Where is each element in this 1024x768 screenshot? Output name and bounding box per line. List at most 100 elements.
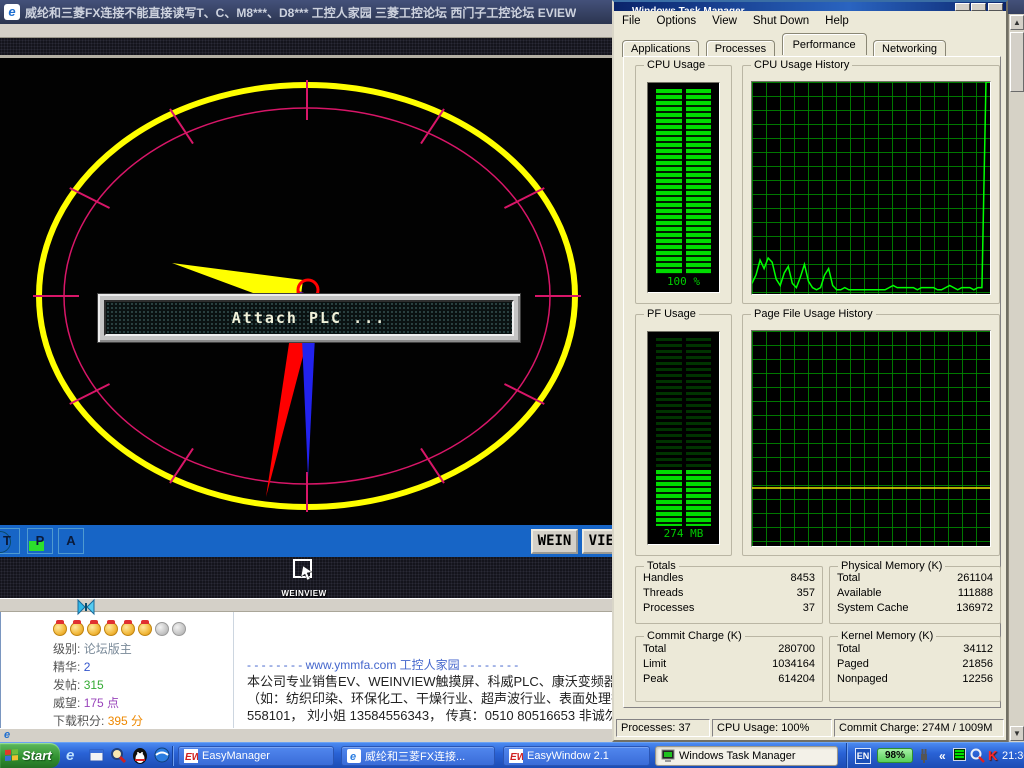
butterfly-logo-icon: [74, 598, 98, 616]
hmi-button-wein[interactable]: WEIN: [531, 529, 578, 554]
system-tray: EN 98% « K 21:30: [846, 743, 1024, 768]
gold-medal-icon: [121, 622, 135, 636]
magnifier-tray-icon[interactable]: [970, 748, 985, 763]
attach-plc-text: Attach PLC ...: [232, 309, 386, 327]
kernel-total: Total34112: [830, 642, 1000, 657]
pf-history-graph: [751, 330, 991, 547]
gold-medal-icon: [104, 622, 118, 636]
start-button[interactable]: Start: [0, 743, 60, 768]
taskbar-button-easymanager[interactable]: EW EasyManager: [178, 746, 334, 766]
easywindow-icon: EW: [509, 749, 523, 763]
gray-medal-icon: [155, 622, 169, 636]
kernel-paged: Paged21856: [830, 657, 1000, 672]
gold-medal-icon: [138, 622, 152, 636]
pf-usage-meter: 274 MB: [647, 331, 720, 545]
tray-clock: 21:30: [1002, 748, 1024, 764]
minimize-button[interactable]: [955, 3, 970, 11]
totals-threads: Threads357: [636, 586, 822, 601]
taskmgr-icon: [661, 749, 675, 763]
attach-plc-dialog-body: Attach PLC ...: [104, 300, 514, 336]
taskbar-separator: [172, 746, 173, 766]
signature-header[interactable]: - - - - - - - - www.ymmfa.com 工控人家园 - - …: [247, 656, 613, 673]
scroll-down-arrow-icon[interactable]: ▼: [1010, 726, 1024, 741]
windows-logo-icon: [5, 749, 18, 762]
ie-icon[interactable]: e: [66, 747, 83, 764]
easymanager-icon: EW: [184, 749, 198, 763]
media-player-icon[interactable]: [154, 747, 171, 764]
tab-applications[interactable]: Applications: [622, 40, 699, 57]
taskmgr-tabs: Applications Processes Performance Netwo…: [622, 33, 998, 57]
signature-line: 本公司专业销售EV、WEINVIEW触摸屏、科威PLC、康沃变频器、日本高: [247, 673, 613, 690]
qq-penguin-icon[interactable]: [132, 747, 149, 764]
stat-posts: 发帖: 315: [53, 676, 143, 694]
menu-help[interactable]: Help: [817, 15, 857, 27]
status-cpu-usage: CPU Usage: 100%: [712, 719, 832, 737]
cpu-usage-value: 100 %: [656, 274, 711, 290]
scroll-up-arrow-icon[interactable]: ▲: [1010, 15, 1024, 30]
weinview-icon: [291, 558, 317, 582]
hmi-canvas[interactable]: Attach PLC ...: [0, 55, 612, 525]
pf-usage-value: 274 MB: [656, 526, 711, 542]
totals-group: Totals Handles8453 Threads357 Processes3…: [635, 566, 823, 624]
stat-download-points: 下载积分: 395 分: [53, 712, 143, 728]
taskbar-button-taskmgr[interactable]: Windows Task Manager: [655, 746, 838, 766]
ie-icon: e: [347, 749, 361, 763]
close-button[interactable]: [988, 3, 1003, 11]
taskbar-button-easywindow[interactable]: EW EasyWindow 2.1: [503, 746, 650, 766]
taskbar-button-browser[interactable]: e 威纶和三菱FX连接...: [341, 746, 495, 766]
tab-performance[interactable]: Performance: [782, 33, 867, 55]
cpu-usage-meter: 100 %: [647, 82, 720, 293]
ie-window-icon: e: [4, 4, 20, 20]
attach-plc-dialog: Attach PLC ...: [97, 293, 521, 343]
stat-essence: 精华: 2: [53, 658, 143, 676]
tab-processes[interactable]: Processes: [706, 40, 775, 57]
tray-collapse-chevron[interactable]: «: [939, 748, 946, 764]
taskmgr-window: Windows Task Manager File Options View S…: [612, 0, 1008, 742]
commit-peak: Peak614204: [636, 672, 822, 687]
forum-signature: - - - - - - - - www.ymmfa.com 工控人家园 - - …: [247, 656, 613, 724]
browser-title: 威纶和三菱FX连接不能直接读写T、C、M8***、D8*** 工控人家园 三菱工…: [25, 4, 576, 21]
status-processes: Processes: 37: [616, 719, 710, 737]
taskmgr-statusbar: Processes: 37 CPU Usage: 100% Commit Cha…: [616, 716, 1004, 738]
stat-level: 级别: 论坛版主: [53, 640, 143, 658]
screen: e 威纶和三菱FX连接不能直接读写T、C、M8***、D8*** 工控人家园 三…: [0, 0, 1024, 768]
menu-options[interactable]: Options: [649, 15, 705, 27]
menu-shutdown[interactable]: Shut Down: [745, 15, 817, 27]
tab-networking[interactable]: Networking: [873, 40, 946, 57]
totals-handles: Handles8453: [636, 571, 822, 586]
commit-limit: Limit1034164: [636, 657, 822, 672]
antivirus-tray-icon[interactable]: K: [988, 748, 997, 763]
svg-text:EW: EW: [510, 752, 523, 763]
gray-medal-icon: [172, 622, 186, 636]
forum-user-stats: 级别: 论坛版主 精华: 2 发帖: 315 威望: 175 点 下载积分: 3…: [53, 640, 143, 728]
taskbar: Start e EW EasyManager e 威纶和三菱FX连接: [0, 742, 1024, 768]
maximize-button[interactable]: [971, 3, 986, 11]
menu-file[interactable]: File: [614, 15, 649, 27]
svg-text:e: e: [350, 751, 356, 763]
kernel-memory-group: Kernel Memory (K) Total34112 Paged21856 …: [829, 636, 1001, 702]
taskmgr-titlebar[interactable]: Windows Task Manager: [614, 2, 1006, 11]
hmi-button-p[interactable]: P: [27, 528, 53, 554]
hmi-button-t[interactable]: T: [0, 528, 20, 554]
taskmgr-tray-icon[interactable]: [953, 748, 966, 761]
menu-view[interactable]: View: [704, 15, 745, 27]
power-plug-icon[interactable]: [917, 748, 931, 763]
hmi-button-a[interactable]: A: [58, 528, 84, 554]
physmem-cache: System Cache136972: [830, 601, 1000, 616]
physical-memory-group: Physical Memory (K) Total261104 Availabl…: [829, 566, 1001, 624]
shortcut-window-icon[interactable]: [88, 747, 105, 764]
battery-indicator[interactable]: 98%: [877, 748, 913, 763]
ie-status-icon: e: [4, 730, 15, 741]
language-indicator[interactable]: EN: [855, 748, 871, 764]
kernel-nonpaged: Nonpaged12256: [830, 672, 1000, 687]
scrollbar-thumb[interactable]: [1010, 32, 1024, 92]
signature-line: 558101， 刘小姐 13584556343， 传真：0510 8051665…: [247, 707, 613, 724]
browser-scrollbar[interactable]: ▲ ▼: [1008, 14, 1024, 742]
gold-medal-icon: [53, 622, 67, 636]
search-magnifier-icon[interactable]: [110, 747, 127, 764]
cpu-history-group: CPU Usage History: [742, 65, 1000, 304]
status-commit-charge: Commit Charge: 274M / 1009M: [834, 719, 1004, 737]
weinview-desktop-icon[interactable]: WEINVIEW: [281, 558, 327, 598]
medal-row: [53, 622, 189, 641]
cpu-usage-group: CPU Usage 100 %: [635, 65, 732, 304]
